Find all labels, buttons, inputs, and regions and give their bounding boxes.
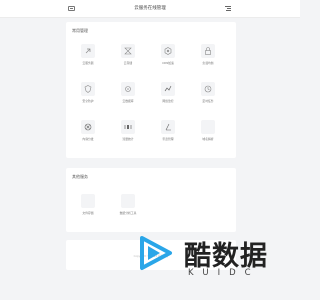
- traffic-icon: [121, 120, 135, 134]
- grid-item-label: 云服务器: [82, 61, 94, 65]
- other-services-card: 其他服务 文件存储 数据分析工具: [66, 168, 236, 232]
- grid-item-analytics[interactable]: 数据分析工具: [114, 194, 142, 222]
- grid-item-label: 文件存储: [82, 211, 94, 215]
- grid-item-traffic[interactable]: 流量统计: [114, 120, 142, 148]
- common-management-card: 常用管理 云服务器 云存储 CDN加速 负载均衡 安全防护 云数据库 网络监控 …: [66, 22, 236, 158]
- card-title: 常用管理: [72, 28, 88, 33]
- grid-item-label: CDN加速: [162, 61, 174, 65]
- shield-icon: [81, 82, 95, 96]
- play-logo-icon: [140, 236, 172, 270]
- grid-item-label: 云存储: [123, 61, 133, 65]
- grid-item-label: 安全防护: [82, 99, 94, 103]
- grid-item-label: 云数据库: [122, 99, 134, 103]
- grid-item-label: 数据分析工具: [119, 211, 137, 215]
- card-title: 其他服务: [72, 174, 88, 179]
- grid-item-label: 带宽管理: [162, 137, 174, 141]
- grid-item-database[interactable]: 云数据库: [114, 82, 142, 110]
- grid-item-label: 网络监控: [162, 99, 174, 103]
- grid-item-file[interactable]: 文件存储: [74, 194, 102, 222]
- bandwidth-icon: [161, 120, 175, 134]
- grid-item-label: 定时任务: [202, 99, 214, 103]
- network-icon: [161, 82, 175, 96]
- storage-icon: [121, 44, 135, 58]
- grid-item-cdn[interactable]: CDN加速: [154, 44, 182, 72]
- analytics-icon: [121, 194, 135, 208]
- lock-icon: [201, 44, 215, 58]
- watermark: 酷数据 KUIDC: [130, 228, 300, 300]
- menu-icon[interactable]: [224, 6, 231, 12]
- grid-item-domain[interactable]: 域名解析: [194, 120, 222, 148]
- database-icon: [121, 82, 135, 96]
- file-icon: [81, 194, 95, 208]
- grid-item-distribute[interactable]: 内容分发: [74, 120, 102, 148]
- page-title: 云服务在线管理: [134, 6, 166, 11]
- clock-icon: [201, 82, 215, 96]
- grid-item-label: 流量统计: [122, 137, 134, 141]
- grid-item-bandwidth[interactable]: 带宽管理: [154, 120, 182, 148]
- cdn-icon: [161, 44, 175, 58]
- distribute-icon: [81, 120, 95, 134]
- grid-item-network[interactable]: 网络监控: [154, 82, 182, 110]
- grid-item-lock[interactable]: 负载均衡: [194, 44, 222, 72]
- server-icon: [81, 44, 95, 58]
- grid-item-shield[interactable]: 安全防护: [74, 82, 102, 110]
- grid-item-server[interactable]: 云服务器: [74, 44, 102, 72]
- grid-item-label: 域名解析: [202, 137, 214, 141]
- grid-item-label: 内容分发: [82, 137, 94, 141]
- top-bar: 云服务在线管理: [0, 0, 300, 18]
- grid-item-clock[interactable]: 定时任务: [194, 82, 222, 110]
- domain-icon: [201, 120, 215, 134]
- watermark-en: KUIDC: [188, 268, 260, 278]
- grid-item-label: 负载均衡: [202, 61, 214, 65]
- grid-item-storage[interactable]: 云存储: [114, 44, 142, 72]
